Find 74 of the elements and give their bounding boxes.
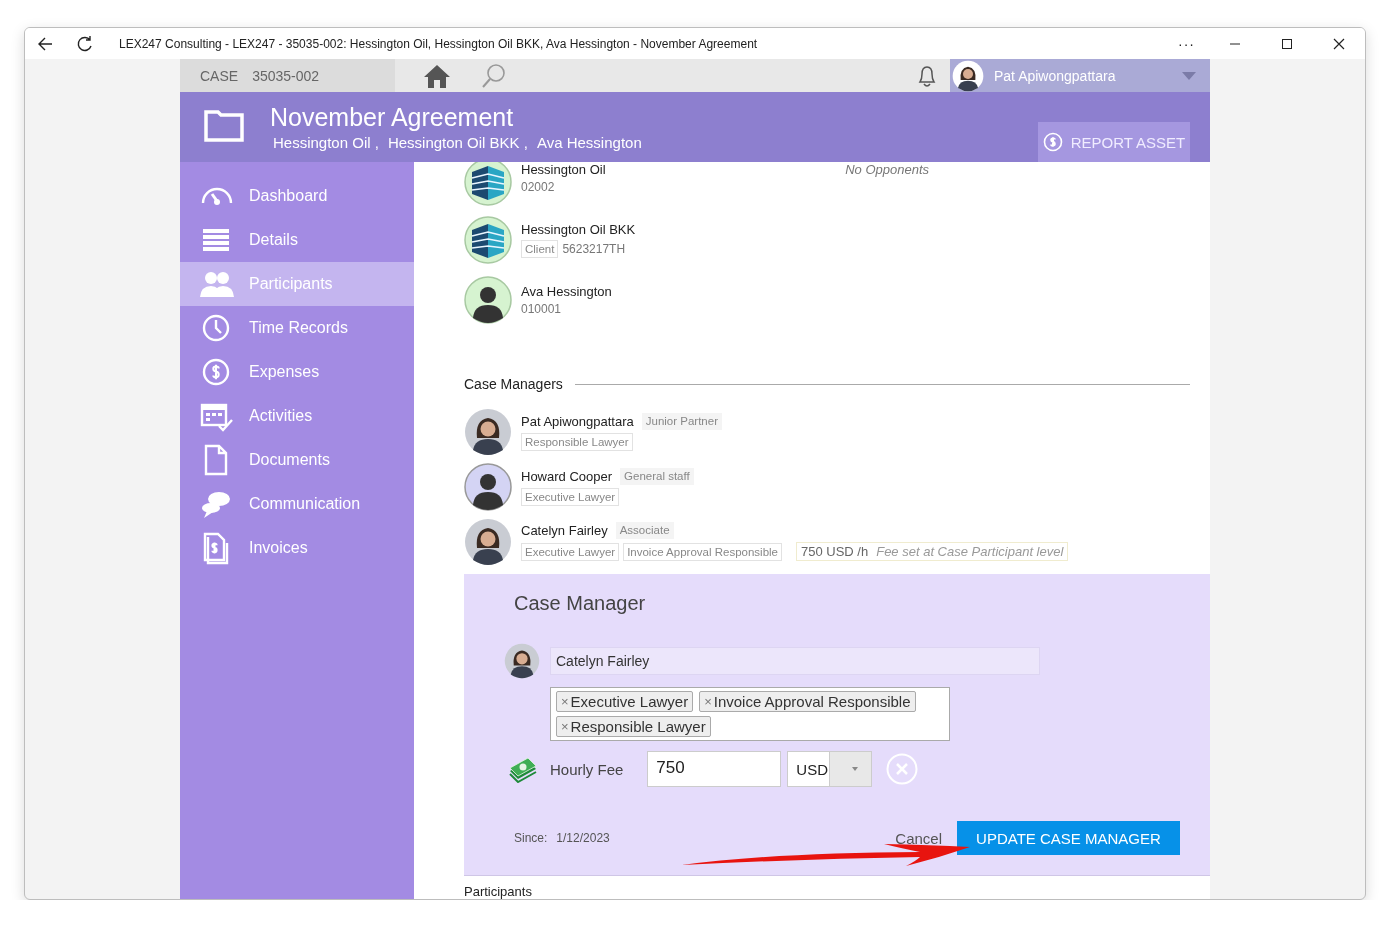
person-avatar	[464, 462, 512, 511]
sidebar-item[interactable]: Invoices	[180, 526, 414, 570]
manager-name[interactable]: Howard Cooper	[521, 468, 613, 484]
case-number: 35035-002	[252, 67, 320, 84]
participant-number: 5623217TH	[562, 242, 626, 256]
more-button[interactable]: ···	[1164, 35, 1209, 52]
money-icon	[508, 755, 538, 783]
remove-button[interactable]: ×	[561, 694, 569, 709]
role-tag: Responsible Lawyer	[521, 432, 633, 451]
job-title: General staff	[620, 467, 694, 485]
building-avatar	[464, 216, 512, 264]
role-tag: Client	[521, 240, 559, 258]
role-tag: Executive Lawyer	[521, 542, 620, 561]
currency-select[interactable]: USD	[787, 751, 873, 787]
participant-number: 02002	[521, 180, 555, 194]
case-title: November Agreement	[270, 102, 515, 132]
home-icon[interactable]	[423, 62, 451, 89]
person-photo	[504, 643, 540, 679]
manager-name[interactable]: Catelyn Fairley	[521, 523, 608, 538]
party-name[interactable]: Ava Hessington	[536, 134, 642, 151]
user-menu[interactable]: Pat Apiwongpattara	[950, 59, 1210, 92]
role-chip[interactable]: ×Invoice Approval Responsible	[699, 691, 916, 712]
sidebar-item[interactable]: Documents	[180, 438, 414, 482]
fee-amount: 750 USD /h	[801, 543, 869, 560]
case-label: CASE	[200, 67, 239, 84]
party-name[interactable]: Hessington Oil ,	[273, 134, 379, 151]
person-avatar	[464, 276, 512, 324]
person-photo	[464, 407, 512, 456]
update-button[interactable]: UPDATE CASE MANAGER	[957, 821, 1180, 855]
dropdown-caret-icon	[851, 767, 858, 771]
sidebar-item[interactable]: Details	[180, 218, 414, 262]
fee-note: Fee set at Case Participant level	[876, 543, 1064, 560]
panel-title: Case Manager	[514, 592, 647, 615]
hourly-fee-label: Hourly Fee	[550, 760, 624, 778]
sidebar-item[interactable]: Time Records	[180, 306, 414, 350]
remove-button[interactable]: ×	[704, 694, 712, 709]
report-asset-button[interactable]: REPORT ASSET	[1038, 122, 1190, 162]
close-icon[interactable]	[1333, 37, 1345, 50]
dropdown-caret-icon	[1182, 71, 1196, 80]
dollar-icon	[1042, 132, 1063, 152]
opponents-note: No Opponents	[845, 162, 929, 179]
sidebar-item[interactable]: Communication	[180, 482, 414, 526]
sidebar-item[interactable]: Dashboard	[180, 174, 414, 218]
name-field[interactable]: Catelyn Fairley	[550, 647, 1040, 675]
maximize-icon[interactable]	[1281, 37, 1293, 50]
manager-name[interactable]: Pat Apiwongpattara	[521, 413, 634, 429]
participant-name[interactable]: Ava Hessington	[521, 284, 612, 299]
section-heading: Participants	[464, 884, 533, 899]
sidebar-item[interactable]: Activities	[180, 394, 414, 438]
participant-name[interactable]: Hessington Oil	[521, 162, 606, 177]
section-heading: Case Managers	[464, 376, 563, 392]
job-title: Junior Partner	[641, 412, 722, 430]
party-name[interactable]: Hessington Oil BKK ,	[387, 134, 528, 151]
sidebar-item[interactable]: Expenses	[180, 350, 414, 394]
job-title: Associate	[615, 522, 674, 539]
role-chip[interactable]: ×Responsible Lawyer	[556, 716, 711, 737]
role-label: Responsible Lawyer	[570, 718, 706, 735]
role-label: Invoice Approval Responsible	[713, 693, 911, 710]
window-title: LEX247 Consulting - LEX247 - 35035-002: Hessington Oil, Hessington Oil BKK, Ava Hessington - November Agreement	[118, 36, 759, 51]
role-tag: Invoice Approval Responsible	[623, 542, 782, 561]
user-avatar	[952, 59, 984, 92]
remove-button[interactable]: ×	[561, 719, 569, 734]
role-chip[interactable]: ×Executive Lawyer	[556, 691, 694, 712]
person-photo	[464, 517, 512, 566]
cancel-link[interactable]: Cancel	[895, 829, 942, 847]
roles-field[interactable]: ×Executive Lawyer ×Invoice Approval Responsible ×Responsible Lawyer	[550, 687, 950, 741]
participant-name[interactable]: Hessington Oil BKK	[521, 222, 636, 237]
participant-number: 010001	[521, 302, 562, 316]
user-name: Pat Apiwongpattara	[994, 67, 1117, 84]
fee-input[interactable]: 750	[647, 751, 782, 787]
since-label: Since:	[514, 831, 548, 845]
since-date: 1/12/2023	[556, 831, 610, 845]
role-label: Executive Lawyer	[570, 693, 689, 710]
role-tag: Executive Lawyer	[521, 487, 620, 506]
